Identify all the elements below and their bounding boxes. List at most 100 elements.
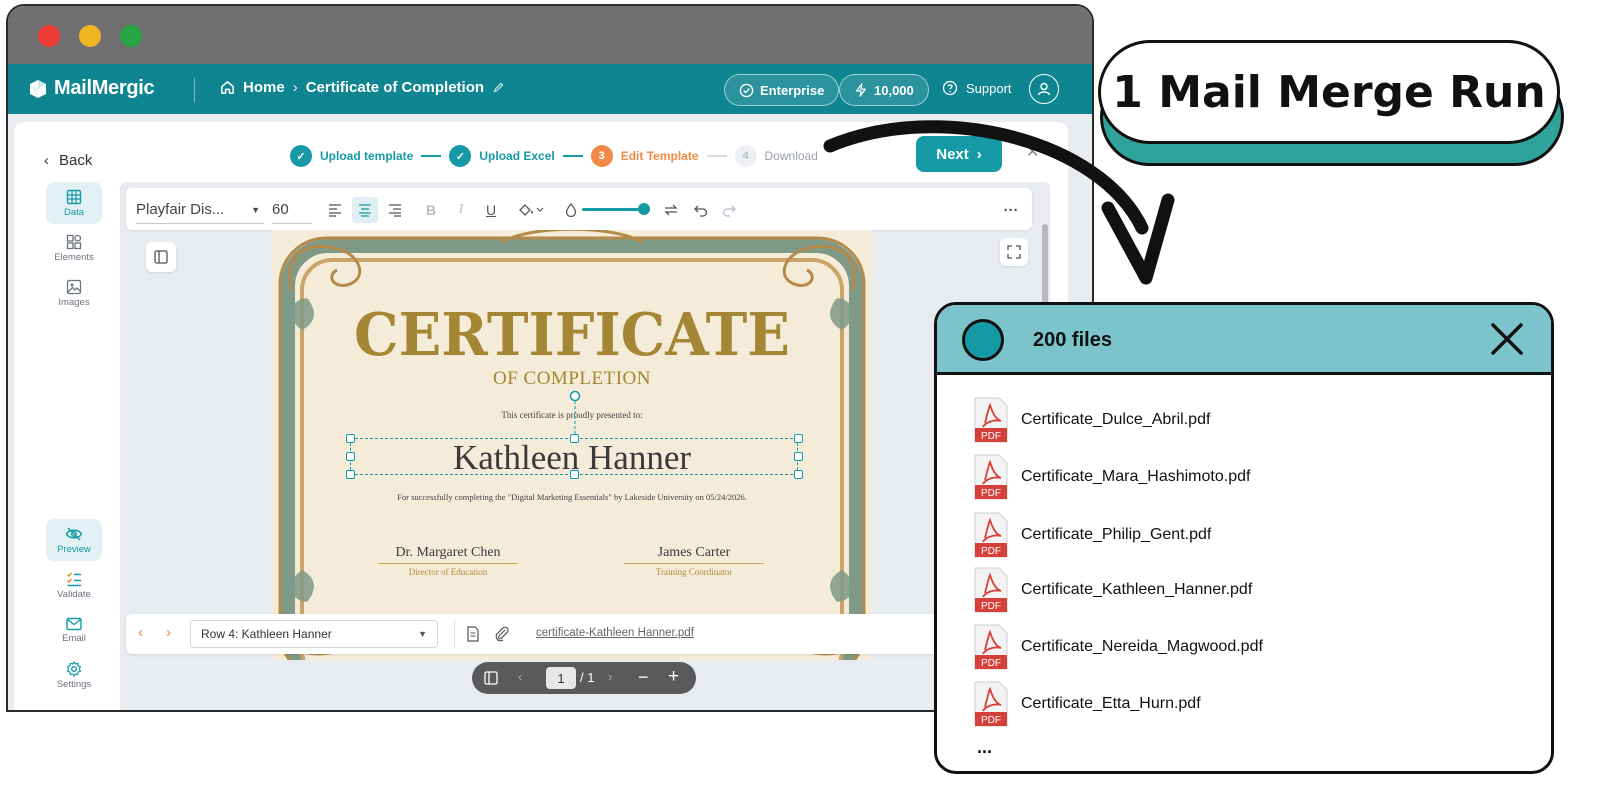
breadcrumb-home[interactable]: Home bbox=[243, 79, 285, 96]
font-size-input[interactable]: 60 bbox=[272, 196, 312, 224]
redo-icon[interactable] bbox=[716, 197, 742, 223]
chevron-right-icon[interactable]: › bbox=[166, 624, 171, 641]
prev-page-icon[interactable]: ‹ bbox=[518, 669, 522, 684]
rail-item-settings[interactable]: Settings bbox=[46, 654, 102, 696]
swap-icon[interactable] bbox=[658, 197, 684, 223]
zoom-in-icon[interactable]: + bbox=[668, 666, 679, 688]
close-icon[interactable] bbox=[1487, 319, 1527, 359]
close-window-button[interactable] bbox=[38, 25, 60, 47]
step-upload-excel[interactable]: ✓ Upload Excel bbox=[449, 145, 555, 167]
file-name: Certificate_Nereida_Magwood.pdf bbox=[1021, 638, 1263, 655]
file-name: Certificate_Etta_Hurn.pdf bbox=[1021, 695, 1201, 712]
rail-item-images[interactable]: Images bbox=[46, 272, 102, 314]
rail-item-email[interactable]: Email bbox=[46, 609, 102, 651]
row-select[interactable]: Row 4: Kathleen Hanner ▼ bbox=[190, 620, 438, 648]
rail-item-data[interactable]: Data bbox=[46, 182, 102, 224]
align-left-icon[interactable] bbox=[322, 197, 348, 223]
arrow-icon bbox=[823, 120, 1175, 285]
undo-icon[interactable] bbox=[688, 197, 714, 223]
chevron-left-icon[interactable]: ‹ bbox=[138, 624, 143, 641]
certificate-title[interactable]: CERTIFICATE bbox=[272, 300, 872, 369]
resize-handle[interactable] bbox=[346, 434, 355, 443]
step-download[interactable]: 4 Download bbox=[734, 145, 818, 167]
app-header: MailMergic Home › Certificate of Complet… bbox=[8, 64, 1092, 114]
signature-block-left[interactable]: Dr. Margaret Chen Director of Education bbox=[378, 545, 518, 577]
breadcrumb-current: Certificate of Completion bbox=[305, 79, 485, 96]
rotate-handle[interactable] bbox=[565, 388, 585, 436]
rail-label: Email bbox=[62, 632, 86, 644]
certificate-page[interactable]: CERTIFICATE OF COMPLETION This certifica… bbox=[272, 230, 872, 660]
status-circle-icon bbox=[962, 319, 1004, 361]
resize-handle[interactable] bbox=[794, 434, 803, 443]
file-row[interactable]: PDF Certificate_Mara_Hashimoto.pdf bbox=[973, 454, 1533, 500]
signature-block-right[interactable]: James Carter Training Coordinator bbox=[624, 545, 764, 577]
step-label: Download bbox=[764, 149, 818, 163]
resize-handle[interactable] bbox=[794, 452, 803, 461]
help-icon bbox=[942, 80, 958, 96]
italic-icon[interactable]: I bbox=[448, 197, 474, 223]
image-icon bbox=[66, 279, 82, 294]
files-count-title: 200 files bbox=[1033, 329, 1112, 351]
header-divider bbox=[194, 78, 195, 102]
file-row[interactable]: PDF Certificate_Etta_Hurn.pdf bbox=[973, 681, 1533, 727]
more-files-indicator: ... bbox=[977, 737, 993, 757]
plan-badge[interactable]: Enterprise bbox=[724, 74, 840, 106]
maximize-window-button[interactable] bbox=[120, 25, 142, 47]
svg-text:PDF: PDF bbox=[981, 431, 1001, 442]
step-upload-template[interactable]: ✓ Upload template bbox=[290, 145, 413, 167]
svg-text:PDF: PDF bbox=[981, 658, 1001, 669]
signer-name: Dr. Margaret Chen bbox=[378, 545, 518, 564]
resize-handle[interactable] bbox=[570, 470, 579, 479]
rail-label: Data bbox=[63, 206, 85, 218]
align-right-icon[interactable] bbox=[382, 197, 408, 223]
certificate-description[interactable]: For successfully completing the "Digital… bbox=[272, 492, 872, 502]
file-row[interactable]: PDF Certificate_Kathleen_Hanner.pdf bbox=[973, 567, 1533, 613]
document-icon[interactable] bbox=[466, 626, 480, 642]
file-row[interactable]: PDF Certificate_Dulce_Abril.pdf bbox=[973, 397, 1533, 443]
back-button[interactable]: ‹ Back bbox=[44, 152, 92, 169]
zoom-out-icon[interactable]: − bbox=[638, 667, 649, 688]
pencil-icon[interactable] bbox=[492, 81, 505, 94]
rail-label: Images bbox=[58, 296, 90, 308]
fill-color-icon[interactable] bbox=[512, 197, 552, 223]
output-filename-link[interactable]: certificate-Kathleen Hanner.pdf bbox=[536, 627, 694, 639]
brand-logo[interactable]: MailMergic bbox=[28, 77, 155, 100]
page-total: / 1 bbox=[580, 670, 595, 685]
opacity-slider-handle[interactable] bbox=[638, 203, 650, 215]
rail-label: Elements bbox=[54, 251, 94, 263]
opacity-icon[interactable] bbox=[558, 197, 584, 223]
support-link[interactable]: Support bbox=[942, 80, 1012, 96]
rail-item-elements[interactable]: Elements bbox=[46, 227, 102, 269]
attachment-icon[interactable] bbox=[494, 626, 510, 642]
toggle-panel-icon[interactable] bbox=[146, 242, 176, 272]
file-row[interactable]: PDF Certificate_Nereida_Magwood.pdf bbox=[973, 624, 1533, 670]
next-page-icon[interactable]: › bbox=[608, 669, 612, 684]
file-row[interactable]: PDF Certificate_Philip_Gent.pdf bbox=[973, 512, 1533, 558]
rail-item-validate[interactable]: Validate bbox=[46, 564, 102, 606]
breadcrumb-separator: › bbox=[292, 79, 298, 96]
resize-handle[interactable] bbox=[346, 470, 355, 479]
opacity-slider-track[interactable] bbox=[582, 208, 644, 211]
resize-handle[interactable] bbox=[346, 452, 355, 461]
step-number: 3 bbox=[590, 145, 613, 167]
file-name: Certificate_Kathleen_Hanner.pdf bbox=[1021, 581, 1253, 598]
certificate-subtitle[interactable]: OF COMPLETION bbox=[272, 368, 872, 390]
align-center-icon[interactable] bbox=[352, 197, 378, 223]
checklist-icon bbox=[67, 572, 81, 586]
resize-handle[interactable] bbox=[570, 434, 579, 443]
bold-icon[interactable]: B bbox=[418, 197, 444, 223]
credits-badge[interactable]: 10,000 bbox=[839, 74, 929, 106]
sidebar-icon[interactable] bbox=[484, 671, 498, 685]
font-family-select[interactable]: Playfair Dis... ▼ bbox=[136, 196, 264, 224]
rail-item-preview[interactable]: Preview bbox=[46, 519, 102, 561]
underline-icon[interactable]: U bbox=[478, 197, 504, 223]
minimize-window-button[interactable] bbox=[79, 25, 101, 47]
file-name: Certificate_Mara_Hashimoto.pdf bbox=[1021, 468, 1251, 485]
step-check-icon: ✓ bbox=[449, 145, 472, 167]
signer-name: James Carter bbox=[624, 545, 764, 564]
resize-handle[interactable] bbox=[794, 470, 803, 479]
user-avatar[interactable] bbox=[1029, 74, 1059, 104]
step-edit-template[interactable]: 3 Edit Template bbox=[590, 145, 699, 167]
page-number-input[interactable]: 1 bbox=[546, 667, 576, 689]
step-connector bbox=[562, 155, 583, 157]
